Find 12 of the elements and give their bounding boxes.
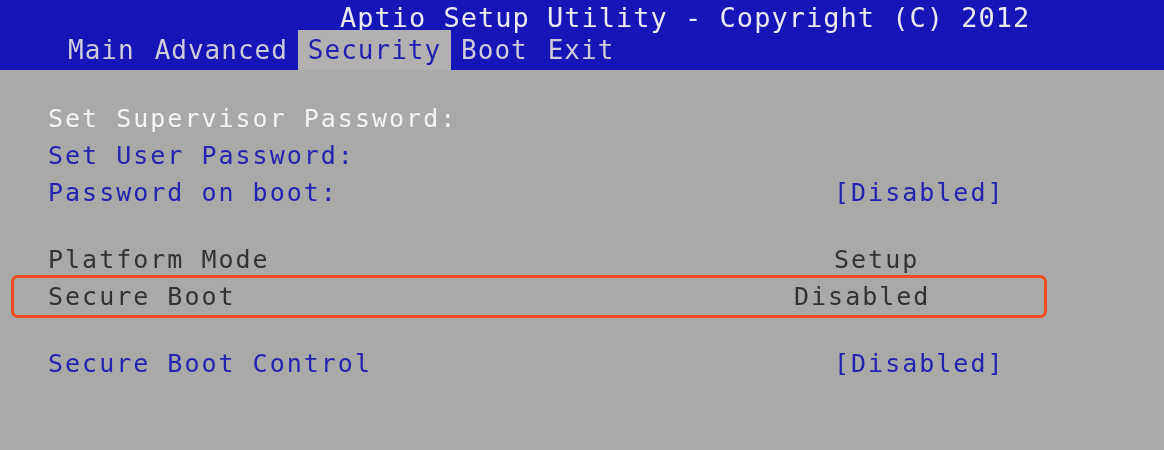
menu-tab[interactable]: Main (58, 30, 145, 70)
setting-label: Platform Mode (48, 244, 271, 276)
setting-label[interactable]: Secure Boot Control (48, 345, 834, 382)
menu-tab[interactable]: Security (297, 30, 452, 70)
setting-label[interactable]: Password on boot: (48, 174, 834, 211)
setting-label[interactable]: Set User Password: (48, 137, 1024, 174)
setting-value: Setup (834, 244, 921, 276)
setting-value: [Disabled] (834, 177, 1006, 209)
setting-value: Disabled (794, 281, 932, 313)
menu-tab[interactable]: Advanced (144, 30, 298, 70)
setting-value: [Disabled] (834, 348, 1006, 380)
setting-label: Secure Boot (48, 281, 237, 313)
